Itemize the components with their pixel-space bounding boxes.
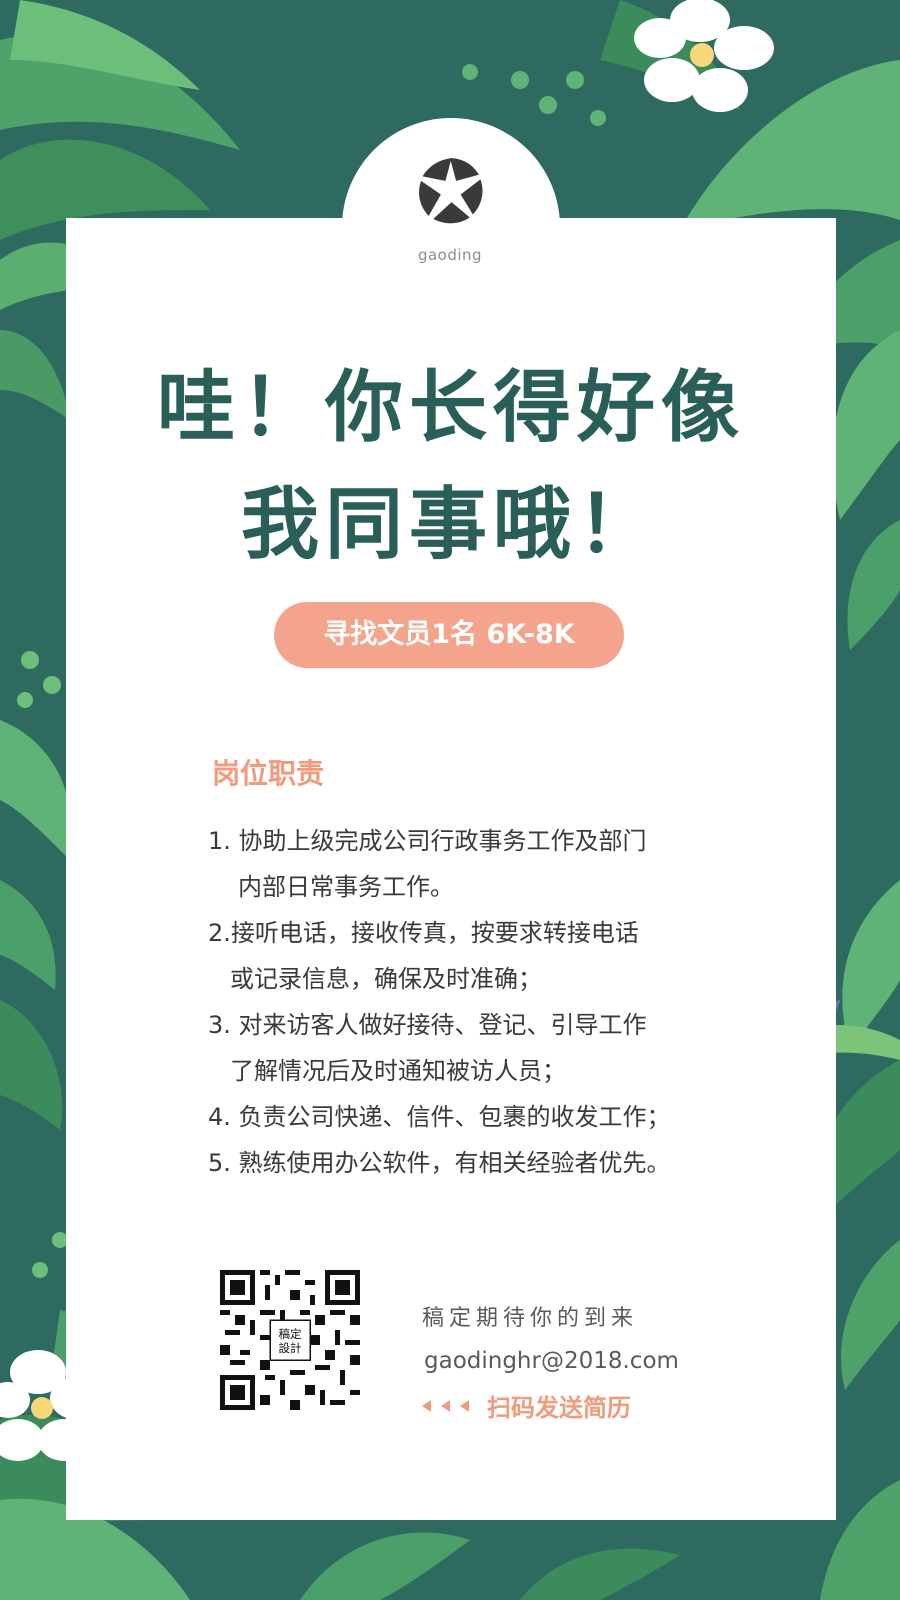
duty-text-continued: 或记录信息，确保及时准确； <box>230 965 542 993</box>
leaf-left-side <box>0 651 72 1130</box>
aperture-logo-icon <box>419 158 483 224</box>
contact-block: 稿定期待你的到来 gaodinghr@2018.com 扫码发送简历 <box>422 1300 742 1423</box>
duty-item: 4. 负责公司快递、信件、包裹的收发工作； <box>208 1094 728 1140</box>
leaf-bottom <box>300 1532 680 1600</box>
duty-text: 1. 协助上级完成公司行政事务工作及部门 <box>208 827 647 855</box>
duty-text: 5. 熟练使用办公软件，有相关经验者优先。 <box>208 1149 671 1177</box>
duty-item: 5. 熟练使用办公软件，有相关经验者优先。 <box>208 1140 728 1186</box>
job-position-badge: 寻找文员1名 6K-8K <box>274 602 624 668</box>
scan-label: 扫码发送简历 <box>487 1394 631 1422</box>
duty-item: 3. 对来访客人做好接待、登记、引导工作 了解情况后及时通知被访人员； <box>208 1002 728 1094</box>
duty-text-continued: 了解情况后及时通知被访人员； <box>230 1057 566 1085</box>
qr-center-label-2: 設計 <box>279 1341 302 1355</box>
duty-item: 2.接听电话，接收传真，按要求转接电话 或记录信息，确保及时准确； <box>208 910 728 1002</box>
duty-text: 3. 对来访客人做好接待、登记、引导工作 <box>208 1011 647 1039</box>
duties-list: 1. 协助上级完成公司行政事务工作及部门 内部日常事务工作。 2.接听电话，接收… <box>208 818 728 1186</box>
scan-prompt: 扫码发送简历 <box>422 1388 742 1423</box>
recruitment-poster: gaoding 哇！你长得好像 我同事哦！ 寻找文员1名 6K-8K 岗位职责 … <box>0 0 900 1600</box>
triangle-left-icon <box>422 1399 431 1412</box>
duty-item: 1. 协助上级完成公司行政事务工作及部门 内部日常事务工作。 <box>208 818 728 910</box>
headline-line-2: 我同事哦！ <box>240 480 661 570</box>
duty-text-continued: 内部日常事务工作。 <box>238 873 454 901</box>
duty-text: 4. 负责公司快递、信件、包裹的收发工作； <box>208 1103 671 1131</box>
duties-title: 岗位职责 <box>212 757 325 790</box>
headline-line-1: 哇！你长得好像 <box>156 363 745 453</box>
qr-center-label-1: 稿定 <box>279 1327 302 1341</box>
logo-text: gaoding <box>417 246 483 264</box>
email-link[interactable]: gaodinghr@2018.com <box>422 1348 742 1374</box>
duty-text: 2.接听电话，接收传真，按要求转接电话 <box>208 919 639 947</box>
arrow-left-icons <box>422 1399 469 1412</box>
qr-code[interactable]: 稿定 設計 <box>220 1270 360 1410</box>
triangle-left-icon <box>441 1399 450 1412</box>
triangle-left-icon <box>460 1399 469 1412</box>
tagline: 稿定期待你的到来 <box>422 1306 639 1331</box>
